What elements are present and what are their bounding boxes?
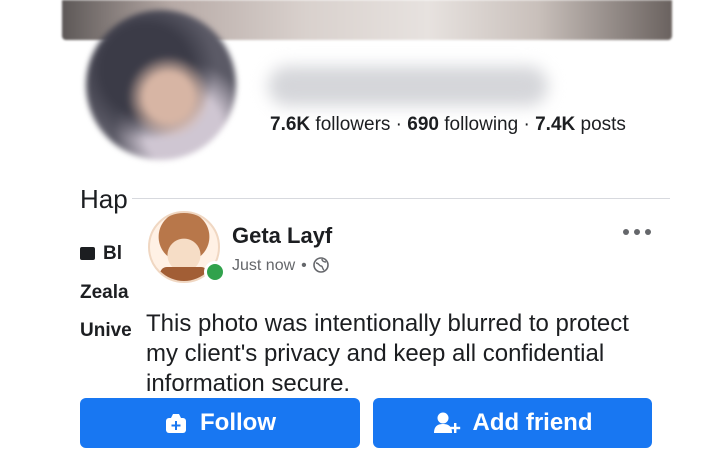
info-line-education-text: Unive [80,320,132,341]
profile-bio: Hap [80,184,128,215]
info-line-work: Bl [80,243,122,265]
follow-button[interactable]: Follow [80,398,360,448]
add-friend-icon [433,412,460,433]
online-status-icon [204,261,226,283]
more-horizontal-icon[interactable] [622,225,652,239]
info-line-location: Zeala [80,282,129,304]
follow-label: Follow [200,409,276,436]
info-line-location-text: Zeala [80,282,129,303]
followers-count[interactable]: 7.6K [270,114,310,135]
profile-avatar-blurred[interactable] [86,10,236,160]
posts-count: 7.4K [535,114,576,135]
profile-stats: 7.6K followers · 690 following · 7.4K po… [270,114,626,136]
posts-label: posts [575,114,626,135]
post-overlay-card: Geta Layf Just now • This photo was inten… [132,198,670,399]
info-line-work-text: Bl [103,243,122,264]
follow-icon [166,414,186,433]
info-line-education: Unive [80,320,132,342]
meta-separator: • [301,257,307,274]
post-time[interactable]: Just now [232,257,295,274]
add-friend-button[interactable]: Add friend [373,398,652,448]
post-meta: Just now • [232,257,329,275]
following-count[interactable]: 690 [407,114,439,135]
followers-label: followers · [310,114,408,135]
post-text: This photo was intentionally blurred to … [146,310,629,397]
following-label: following · [438,114,536,135]
globe-icon [312,257,329,273]
briefcase-icon [80,247,95,260]
author-name[interactable]: Geta Layf [232,223,332,249]
bio-text: Hap [80,184,128,214]
profile-name-blurred [268,66,548,106]
add-friend-label: Add friend [472,409,593,436]
